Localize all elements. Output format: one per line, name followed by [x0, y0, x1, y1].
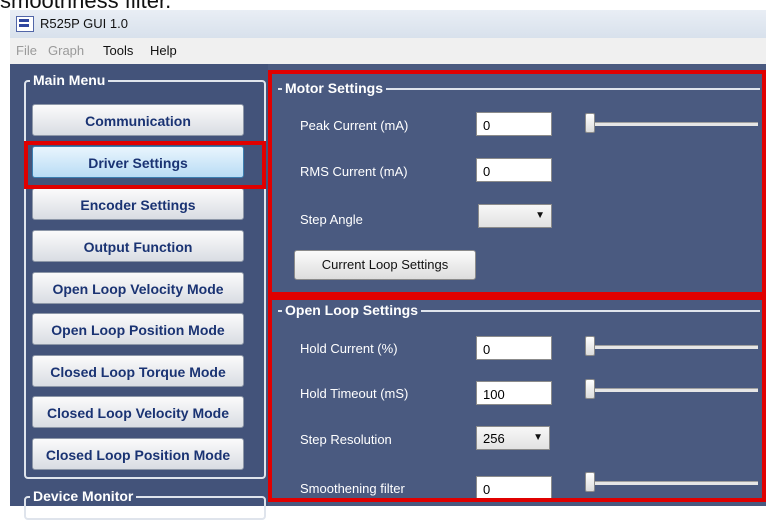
window-titlebar: R525P GUI 1.0: [10, 10, 766, 39]
open-loop-velocity-button[interactable]: Open Loop Velocity Mode: [32, 272, 244, 304]
menu-bar: File Graph Tools Help: [10, 38, 766, 65]
closed-loop-torque-button[interactable]: Closed Loop Torque Mode: [32, 355, 244, 387]
output-function-button[interactable]: Output Function: [32, 230, 244, 262]
main-menu-title: Main Menu: [30, 72, 109, 88]
menu-file[interactable]: File: [16, 43, 37, 58]
app-logo-icon: [16, 16, 34, 32]
communication-button[interactable]: Communication: [32, 104, 244, 136]
motor-settings-highlight: [268, 70, 766, 296]
open-loop-position-button[interactable]: Open Loop Position Mode: [32, 313, 244, 345]
device-monitor-title: Device Monitor: [30, 488, 137, 504]
window-title: R525P GUI 1.0: [40, 16, 128, 31]
menu-graph[interactable]: Graph: [48, 43, 84, 58]
menu-tools[interactable]: Tools: [103, 43, 133, 58]
driver-settings-highlight: [24, 141, 266, 189]
closed-loop-velocity-button[interactable]: Closed Loop Velocity Mode: [32, 396, 244, 428]
menu-help[interactable]: Help: [150, 43, 177, 58]
encoder-settings-button[interactable]: Encoder Settings: [32, 188, 244, 220]
closed-loop-position-button[interactable]: Closed Loop Position Mode: [32, 438, 244, 470]
open-loop-settings-highlight: [268, 296, 766, 502]
